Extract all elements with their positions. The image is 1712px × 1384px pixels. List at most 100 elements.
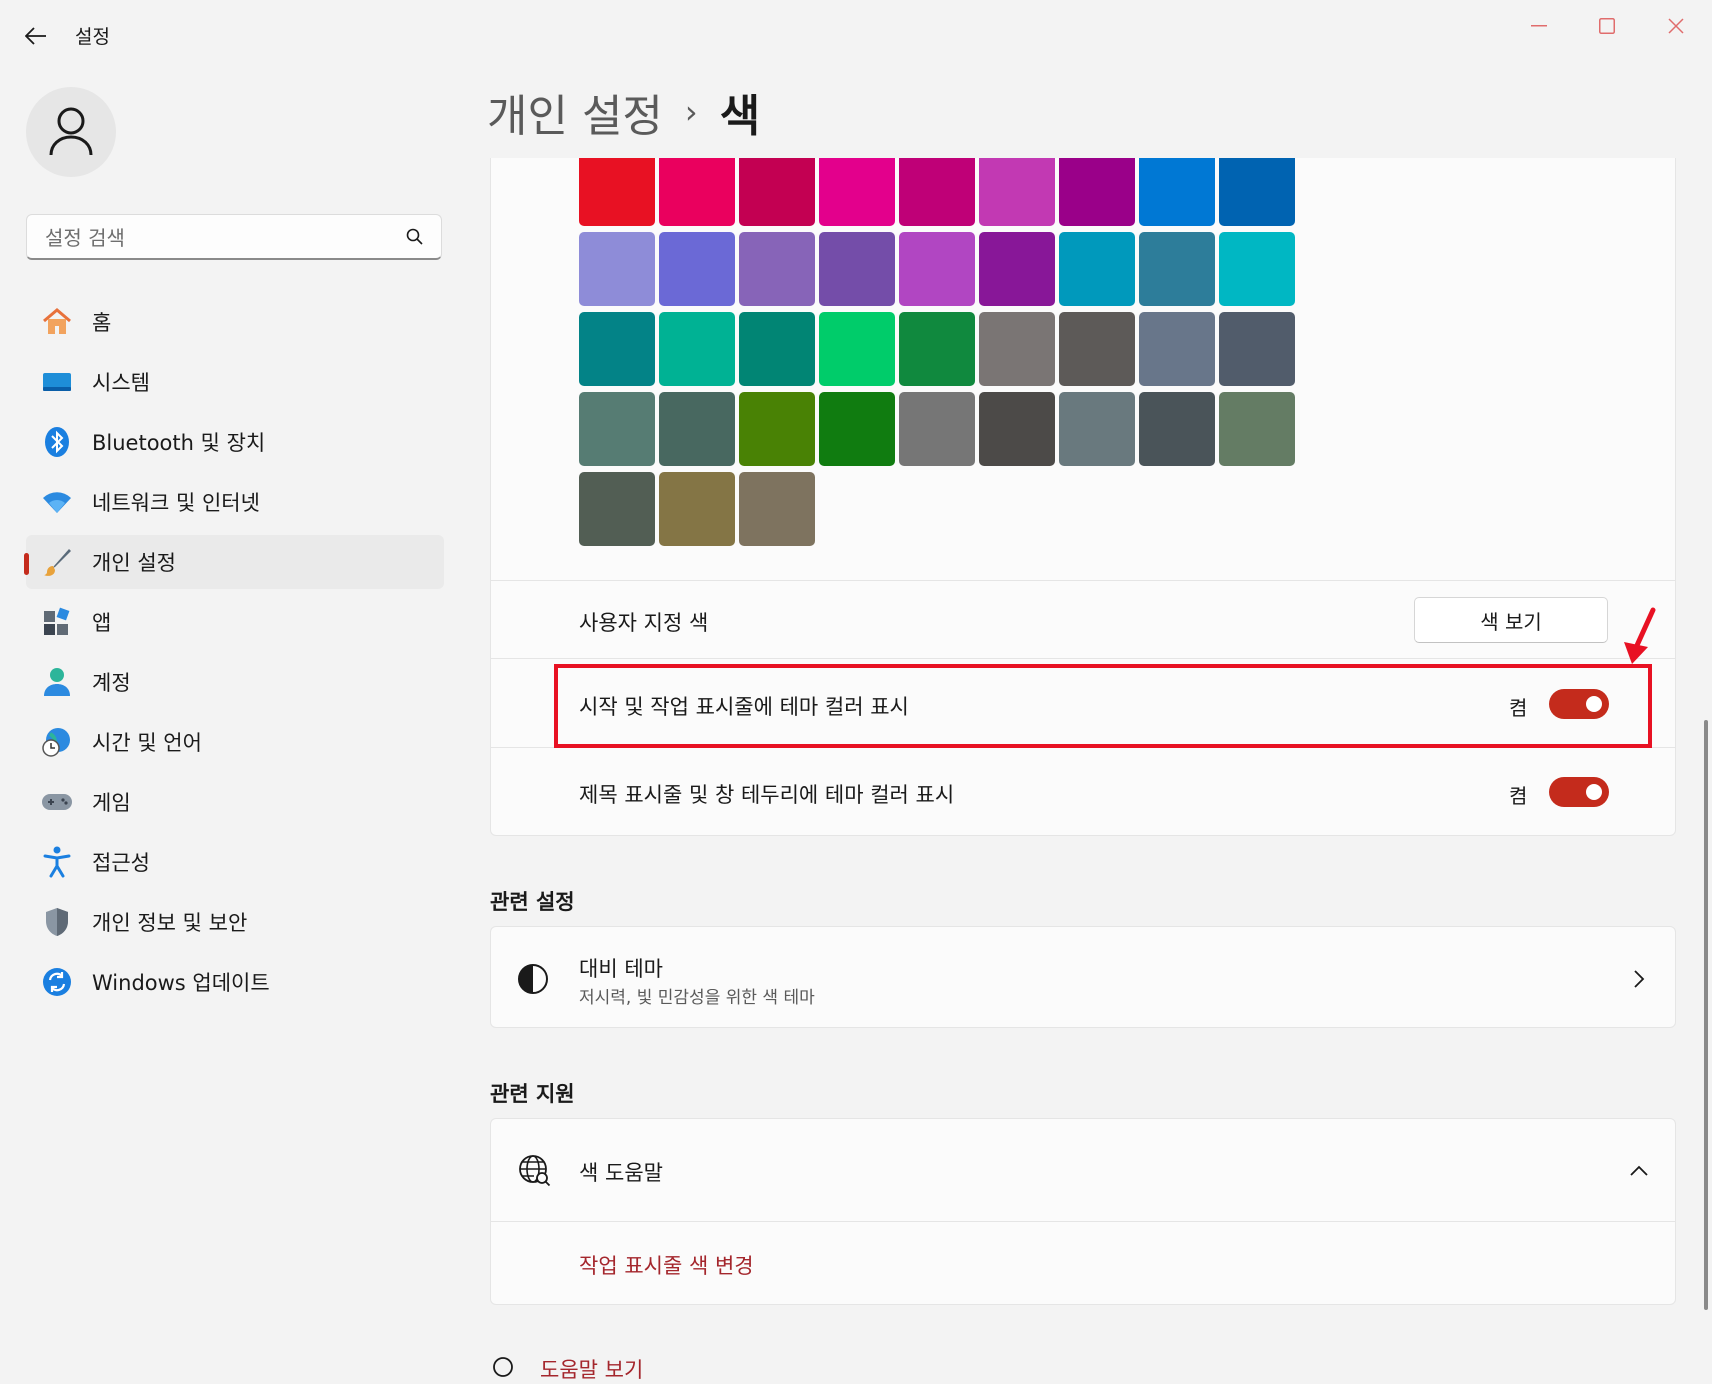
color-swatch[interactable] [1139, 232, 1215, 306]
contrast-themes-subtitle: 저시력, 빛 민감성을 위한 색 테마 [579, 988, 815, 1008]
minimize-icon [1531, 25, 1547, 27]
minimize-button[interactable] [1515, 10, 1563, 42]
close-button[interactable] [1652, 10, 1700, 42]
color-swatch[interactable] [739, 392, 815, 466]
related-settings-title: 관련 설정 [490, 890, 575, 914]
avatar[interactable] [26, 87, 116, 177]
sidebar-item-bluetooth[interactable]: Bluetooth 및 장치 [26, 415, 444, 469]
color-swatch[interactable] [1219, 392, 1295, 466]
help-icon [493, 1357, 513, 1377]
sidebar-item-label: Bluetooth 및 장치 [92, 431, 266, 455]
sidebar-item-home[interactable]: 홈 [26, 295, 444, 349]
sidebar-item-personalization[interactable]: 개인 설정 [26, 535, 444, 589]
color-swatch[interactable] [739, 472, 815, 546]
sidebar-item-windows-update[interactable]: Windows 업데이트 [26, 955, 444, 1009]
custom-color-row: 사용자 지정 색 색 보기 [490, 580, 1676, 659]
breadcrumb-separator: › [684, 93, 698, 131]
color-swatch[interactable] [1219, 232, 1295, 306]
shield-icon [40, 905, 74, 939]
sidebar-item-label: 앱 [92, 611, 112, 635]
sidebar-item-apps[interactable]: 앱 [26, 595, 444, 649]
color-swatch[interactable] [819, 158, 895, 226]
highlight-box [554, 664, 1652, 748]
sidebar-item-network[interactable]: 네트워크 및 인터넷 [26, 475, 444, 529]
back-button[interactable] [22, 22, 50, 50]
color-swatch[interactable] [579, 472, 655, 546]
color-swatch[interactable] [819, 392, 895, 466]
sidebar-item-gaming[interactable]: 게임 [26, 775, 444, 829]
color-swatch[interactable] [819, 232, 895, 306]
color-swatch[interactable] [659, 312, 735, 386]
color-swatch[interactable] [979, 312, 1055, 386]
chevron-up-icon[interactable] [1629, 1165, 1649, 1177]
search-input[interactable] [43, 215, 397, 261]
color-swatch[interactable] [979, 158, 1055, 226]
scrollbar[interactable] [1704, 720, 1708, 1310]
color-swatch[interactable] [899, 232, 975, 306]
get-help-link[interactable]: 도움말 보기 [540, 1354, 643, 1384]
color-swatch[interactable] [1059, 158, 1135, 226]
related-support-title: 관련 지원 [490, 1082, 575, 1106]
color-swatch[interactable] [979, 232, 1055, 306]
sidebar-item-time-language[interactable]: 시간 및 언어 [26, 715, 444, 769]
sidebar-item-label: 개인 정보 및 보안 [92, 911, 248, 935]
color-swatch[interactable] [579, 312, 655, 386]
home-icon [40, 305, 74, 339]
color-swatch[interactable] [899, 158, 975, 226]
toggle-state-label: 켬 [1509, 784, 1528, 808]
color-swatch[interactable] [899, 392, 975, 466]
color-swatch[interactable] [1139, 158, 1215, 226]
color-swatch[interactable] [1059, 232, 1135, 306]
color-swatch[interactable] [579, 232, 655, 306]
color-help-content: 작업 표시줄 색 변경 [490, 1221, 1676, 1305]
brush-icon [40, 545, 74, 579]
sidebar-item-accessibility[interactable]: 접근성 [26, 835, 444, 889]
color-swatch[interactable] [659, 472, 735, 546]
system-icon [40, 365, 74, 399]
accent-color-palette [490, 158, 1676, 580]
color-swatch[interactable] [819, 312, 895, 386]
title-bar-accent-toggle[interactable] [1549, 777, 1609, 807]
sidebar-item-label: Windows 업데이트 [92, 971, 270, 995]
sidebar-item-privacy[interactable]: 개인 정보 및 보안 [26, 895, 444, 949]
maximize-icon [1599, 18, 1615, 34]
search-icon[interactable] [405, 227, 425, 247]
contrast-themes-row[interactable]: 대비 테마 저시력, 빛 민감성을 위한 색 테마 [490, 926, 1676, 1028]
sidebar-item-accounts[interactable]: 계정 [26, 655, 444, 709]
color-help-row[interactable]: 색 도움말 [490, 1118, 1676, 1222]
color-swatch[interactable] [739, 158, 815, 226]
color-swatch[interactable] [579, 392, 655, 466]
gamepad-icon [40, 785, 74, 819]
color-swatch[interactable] [579, 158, 655, 226]
search-box[interactable] [26, 214, 442, 261]
globe-search-icon [519, 1155, 551, 1187]
color-swatch[interactable] [979, 392, 1055, 466]
color-swatch[interactable] [739, 312, 815, 386]
color-swatch[interactable] [899, 312, 975, 386]
change-taskbar-color-link[interactable]: 작업 표시줄 색 변경 [579, 1250, 754, 1280]
sidebar-item-label: 계정 [92, 671, 131, 695]
color-swatch[interactable] [1059, 392, 1135, 466]
color-swatch[interactable] [659, 392, 735, 466]
color-swatch[interactable] [1139, 312, 1215, 386]
custom-color-label: 사용자 지정 색 [579, 611, 709, 635]
color-swatch[interactable] [659, 232, 735, 306]
back-arrow-icon [25, 27, 46, 45]
color-swatch[interactable] [1059, 312, 1135, 386]
color-swatch[interactable] [1139, 392, 1215, 466]
title-bar-accent-row: 제목 표시줄 및 창 테두리에 테마 컬러 표시 켬 [490, 747, 1676, 836]
contrast-icon [518, 964, 548, 994]
breadcrumb-parent[interactable]: 개인 설정 [487, 80, 663, 144]
window-title: 설정 [75, 26, 110, 48]
view-colors-button[interactable]: 색 보기 [1414, 597, 1608, 643]
maximize-button[interactable] [1583, 10, 1631, 42]
color-swatch[interactable] [659, 158, 735, 226]
page-title: 색 [719, 91, 761, 142]
contrast-themes-title: 대비 테마 [579, 957, 663, 981]
accessibility-icon [40, 845, 74, 879]
color-swatch[interactable] [739, 232, 815, 306]
color-swatch[interactable] [1219, 158, 1295, 226]
color-swatch[interactable] [1219, 312, 1295, 386]
sidebar-item-system[interactable]: 시스템 [26, 355, 444, 409]
person-icon [49, 107, 93, 156]
